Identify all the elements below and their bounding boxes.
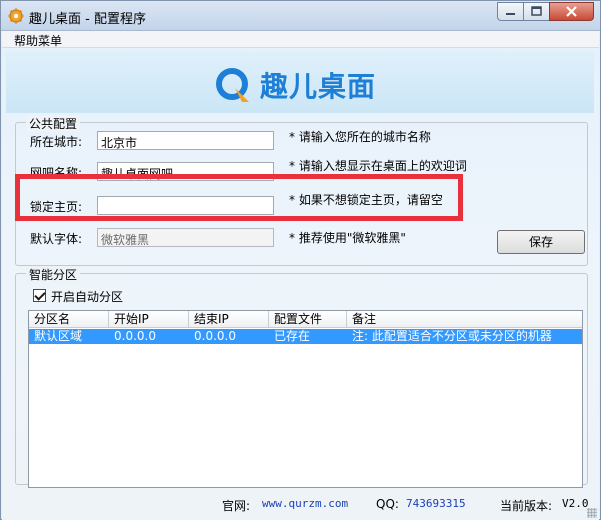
qq-label: QQ: [376,497,399,511]
homepage-hint: * 如果不想锁定主页，请留空 [289,193,443,207]
minimize-icon [506,13,515,15]
title-bar[interactable]: 趣儿桌面 - 配置程序 [1,1,600,31]
banner: 趣儿桌面 [6,51,594,113]
column-header-start-ip[interactable]: 开始IP [109,311,189,328]
font-hint: * 推荐使用"微软雅黑" [289,231,406,245]
save-button[interactable]: 保存 [497,230,585,254]
logo-text: 趣儿桌面 [260,70,377,103]
close-icon [566,6,577,17]
window-controls [497,2,594,22]
smart-partition-legend: 智能分区 [26,266,81,283]
maximize-icon [531,6,542,16]
city-hint: * 请输入您所在的城市名称 [289,130,431,144]
cafe-name-hint: * 请输入想显示在桌面上的欢迎词 [289,159,467,173]
version-label: 当前版本: [500,499,553,513]
partition-list-header: 分区名 开始IP 结束IP 配置文件 备注 [29,311,582,328]
auto-partition-checkbox[interactable] [33,289,46,302]
client-area: 趣儿桌面 公共配置 所在城市: 北京市 * 请输入您所在的城市名称 网吧名称: … [2,48,599,520]
column-header-config-file[interactable]: 配置文件 [269,311,347,328]
auto-partition-label[interactable]: 开启自动分区 [51,288,123,305]
logo: 趣儿桌面 [214,65,376,105]
cell-note: 注: 此配置适合不分区或未分区的机器 [352,329,552,343]
column-header-end-ip[interactable]: 结束IP [189,311,269,328]
gear-icon [8,8,24,24]
website-link[interactable]: www.qurzm.com [262,497,348,510]
table-row[interactable]: 默认区域 0.0.0.0 0.0.0.0 已存在 注: 此配置适合不分区或未分区… [29,329,582,344]
partition-list[interactable]: 分区名 开始IP 结束IP 配置文件 备注 默认区域 0.0.0.0 0.0.0… [28,310,583,488]
qq-value: 743693315 [406,497,466,510]
cell-name: 默认区域 [34,329,83,343]
website-label: 官网: [222,499,251,513]
homepage-input[interactable] [97,196,274,215]
homepage-label: 锁定主页: [30,200,83,214]
font-input: 微软雅黑 [97,228,274,247]
city-input[interactable]: 北京市 [97,131,274,150]
cell-end-ip: 0.0.0.0 [194,329,236,343]
minimize-button[interactable] [497,2,524,21]
cell-start-ip: 0.0.0.0 [114,329,156,343]
window-title: 趣儿桌面 - 配置程序 [29,12,146,27]
version-value: V2.0 [562,497,589,510]
close-button[interactable] [549,2,594,21]
font-label: 默认字体: [30,232,83,246]
column-header-name[interactable]: 分区名 [29,311,109,328]
resize-grip[interactable] [587,508,597,518]
public-config-legend: 公共配置 [26,115,81,132]
maximize-button[interactable] [523,2,550,21]
menu-help[interactable]: 帮助菜单 [14,32,62,49]
config-window: 趣儿桌面 - 配置程序 帮助菜单 趣儿桌面 公共配置 所在城市: 北京市 * 请… [0,0,601,520]
cell-config-file: 已存在 [274,329,311,343]
menu-bar: 帮助菜单 [2,31,599,48]
status-bar: 官网: www.qurzm.com QQ: 743693315 当前版本: V2… [2,488,599,520]
city-label: 所在城市: [30,135,83,149]
logo-q-icon [216,68,249,102]
column-header-note[interactable]: 备注 [347,311,582,328]
